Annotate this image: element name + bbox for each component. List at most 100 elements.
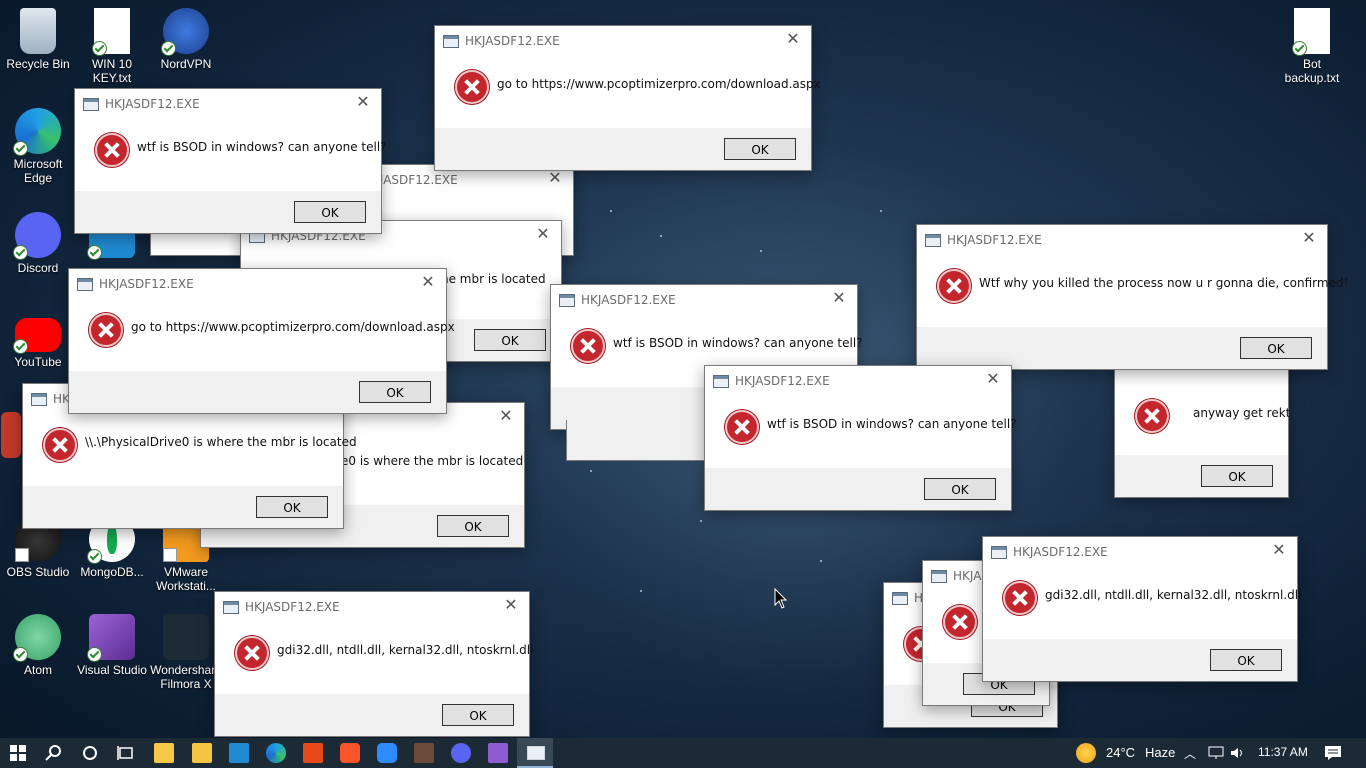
close-icon[interactable]: ✕	[503, 597, 519, 613]
desktop-icon-recycle-bin[interactable]: Recycle Bin	[0, 8, 76, 71]
error-icon	[943, 605, 977, 639]
notification-center-icon[interactable]	[1324, 745, 1342, 761]
star	[700, 520, 702, 522]
desktop-icon-partial[interactable]	[0, 412, 22, 461]
file-explorer-icon[interactable]	[192, 743, 212, 763]
ok-button[interactable]: OK	[256, 496, 328, 518]
dialog-message: he mbr is located	[441, 272, 546, 286]
error-dialog[interactable]: anyway get rekt OK	[1114, 360, 1291, 498]
desktop-icon-discord[interactable]: Discord	[0, 212, 76, 275]
close-icon[interactable]: ✕	[831, 290, 847, 306]
error-dialog[interactable]: HKJASDF12.EXE ✕ gdi32.dll, ntdll.dll, ker…	[982, 536, 1301, 682]
dialog-message: Wtf why you killed the process now u r g…	[979, 276, 1349, 290]
close-icon[interactable]: ✕	[535, 226, 551, 242]
vscode-icon[interactable]	[229, 743, 249, 763]
error-icon	[89, 313, 123, 347]
desktop-icon-label: Visual Studio	[77, 663, 147, 677]
close-icon[interactable]: ✕	[985, 371, 1001, 387]
network-icon[interactable]	[1208, 746, 1224, 760]
close-icon[interactable]: ✕	[498, 408, 514, 424]
close-icon[interactable]: ✕	[785, 31, 801, 47]
star	[880, 210, 882, 212]
ok-button[interactable]: OK	[294, 201, 366, 223]
desktop-icon-filmora[interactable]: Wondershare Filmora X	[148, 614, 224, 691]
nordvpn-icon	[161, 8, 209, 56]
desktop-icon-youtube[interactable]: YouTube	[0, 312, 76, 369]
edge-icon[interactable]	[266, 743, 286, 763]
taskbar-active-app[interactable]	[517, 738, 553, 768]
windows-start-icon[interactable]	[8, 743, 28, 763]
desktop-icon-label: VMware Workstati...	[156, 565, 216, 593]
taskbar: 24°C Haze ︿ 11:37 AM	[0, 738, 1366, 768]
visual-studio-icon[interactable]	[488, 743, 508, 763]
text-file-icon	[92, 8, 130, 56]
office-icon[interactable]	[303, 743, 323, 763]
window-icon	[991, 546, 1007, 559]
dialog-message: wtf is BSOD in windows? can anyone tell?	[137, 140, 387, 154]
weather-temperature[interactable]: 24°C	[1106, 745, 1135, 760]
ok-button[interactable]: OK	[924, 478, 996, 500]
error-dialog[interactable]: HKJASDF12.EXE ✕ go to https://www.pcoptim…	[68, 268, 455, 414]
discord-icon[interactable]	[451, 743, 471, 763]
ok-button[interactable]: OK	[724, 138, 796, 160]
brave-icon[interactable]	[340, 743, 360, 763]
error-icon	[1003, 581, 1037, 615]
window-icon	[83, 98, 99, 111]
task-view-icon[interactable]	[116, 743, 136, 763]
window-icon	[925, 234, 941, 247]
desktop-icon-nordvpn[interactable]: NordVPN	[148, 8, 224, 71]
desktop-icon-bot-backup[interactable]: Bot backup.txt	[1274, 8, 1350, 85]
ok-button[interactable]: OK	[1240, 337, 1312, 359]
weather-icon[interactable]	[1076, 743, 1096, 763]
ok-button[interactable]: OK	[1201, 465, 1273, 487]
error-dialog[interactable]: HKJASDF12.EXE ✕ wtf is BSOD in windows? c…	[704, 365, 1017, 511]
desktop-icon-edge[interactable]: Microsoft Edge	[0, 108, 76, 185]
error-dialog[interactable]: HKJASDF12.EXE ✕ Wtf why you killed the pr…	[916, 224, 1348, 370]
dialog-title: HKJASDF12.EXE	[99, 277, 194, 291]
close-icon[interactable]: ✕	[1301, 230, 1317, 246]
chevron-up-icon[interactable]: ︿	[1184, 745, 1196, 762]
desktop-icon-visual-studio[interactable]: Visual Studio	[74, 614, 150, 677]
dialog-message: e0 is where the mbr is located	[341, 454, 524, 468]
error-dialog[interactable]: HKJASDF12.EXE ✕ go to https://www.pcoptim…	[434, 25, 821, 171]
error-icon	[571, 329, 605, 363]
weather-condition[interactable]: Haze	[1145, 745, 1175, 760]
edge-icon	[13, 108, 61, 156]
dialog-edge	[566, 420, 718, 461]
close-icon[interactable]: ✕	[355, 94, 371, 110]
volume-icon[interactable]	[1230, 746, 1246, 760]
error-dialog[interactable]: HKJASDF12.EXE ✕ gdi32.dll, ntdll.dll, ker…	[214, 591, 533, 737]
ok-button[interactable]: OK	[442, 704, 514, 726]
ok-button[interactable]: OK	[437, 515, 509, 537]
star	[640, 590, 642, 592]
ok-button[interactable]: OK	[474, 329, 546, 351]
error-dialog[interactable]: HKJASDF12.EXE ✕ wtf is BSOD in windows? c…	[74, 88, 387, 234]
close-icon[interactable]: ✕	[1271, 542, 1287, 558]
ok-button[interactable]: OK	[359, 381, 431, 403]
desktop-icon-win10-key[interactable]: WIN 10 KEY.txt	[74, 8, 150, 85]
visual-studio-icon	[87, 614, 135, 662]
cortana-icon[interactable]	[80, 743, 100, 763]
window-icon	[892, 592, 908, 605]
zoom-icon[interactable]	[377, 743, 397, 763]
dialog-title: HKJASDF12.EXE	[245, 600, 340, 614]
desktop-icon-label: YouTube	[14, 355, 62, 369]
close-icon[interactable]: ✕	[547, 170, 563, 186]
clock-time[interactable]: 11:37 AM	[1258, 745, 1308, 759]
desktop-icon-atom[interactable]: Atom	[0, 614, 76, 677]
dialog-message: go to https://www.pcoptimizerpro.com/dow…	[497, 77, 821, 91]
desktop-icon-label: OBS Studio	[6, 565, 70, 579]
mouse-cursor-icon	[774, 588, 788, 609]
close-icon[interactable]: ✕	[420, 274, 436, 290]
photo-app-icon[interactable]	[414, 743, 434, 763]
recycle-bin-icon	[20, 8, 56, 54]
window-icon	[527, 746, 545, 760]
text-file-icon	[1292, 8, 1330, 56]
window-icon	[713, 375, 729, 388]
dialog-title: HKJASDF12.EXE	[581, 293, 676, 307]
search-icon[interactable]	[44, 743, 64, 763]
store-icon[interactable]	[154, 743, 174, 763]
ok-button[interactable]: OK	[1210, 649, 1282, 671]
star	[820, 560, 822, 562]
dialog-message: anyway get rekt	[1193, 406, 1291, 420]
